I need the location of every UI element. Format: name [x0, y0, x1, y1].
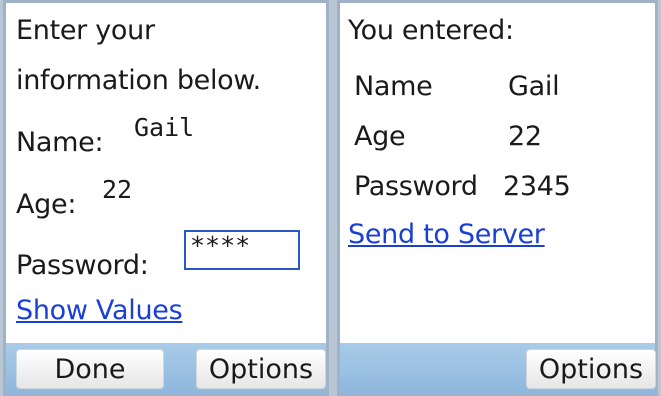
name-input[interactable]: Gail — [134, 113, 194, 142]
result-heading: You entered: — [348, 15, 514, 46]
softkey-bar: Done Options — [6, 343, 326, 393]
row-label-age: Age — [354, 121, 406, 152]
row-label-password: Password — [354, 171, 478, 202]
age-input[interactable]: 22 — [102, 175, 132, 204]
send-to-server-link[interactable]: Send to Server — [348, 219, 545, 250]
row-value-password: 2345 — [503, 171, 571, 202]
show-values-link[interactable]: Show Values — [16, 295, 183, 326]
age-label: Age: — [16, 189, 77, 220]
row-label-name: Name — [354, 71, 433, 102]
password-input[interactable]: **** — [184, 230, 300, 270]
name-label: Name: — [16, 127, 104, 158]
result-list: You entered: Name Gail Age 22 Password 2… — [340, 3, 655, 343]
options-softkey[interactable]: Options — [196, 349, 326, 389]
row-value-name: Gail — [508, 71, 560, 102]
prompt-line-1: Enter your — [16, 15, 155, 46]
entry-form: Enter your information below. Name: Gail… — [6, 3, 326, 343]
row-value-age: 22 — [508, 121, 542, 152]
prompt-line-2: information below. — [16, 65, 261, 96]
password-label: Password: — [16, 250, 149, 281]
result-screen: You entered: Name Gail Age 22 Password 2… — [337, 0, 658, 396]
entry-screen: Enter your information below. Name: Gail… — [3, 0, 329, 396]
softkey-bar: Options — [340, 343, 656, 393]
options-softkey[interactable]: Options — [526, 349, 656, 389]
done-softkey[interactable]: Done — [16, 349, 164, 389]
